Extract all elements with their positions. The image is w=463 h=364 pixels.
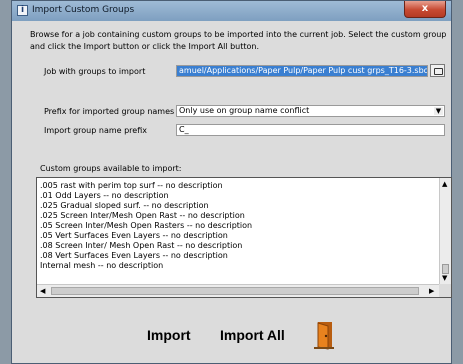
custom-groups-list[interactable]: .005 rast with perim top surf -- no desc… (36, 177, 452, 298)
close-button[interactable]: x (404, 1, 446, 18)
vertical-scroll-thumb[interactable] (442, 264, 449, 274)
vertical-scrollbar[interactable]: ▲ ▼ (439, 178, 451, 284)
info-icon: i (17, 5, 28, 16)
groups-list-label: Custom groups available to import: (40, 164, 182, 173)
group-prefix-input[interactable]: C_ (176, 124, 445, 136)
custom-groups-items: .005 rast with perim top surf -- no desc… (40, 181, 435, 271)
job-path-field[interactable]: amuel/Applications/Paper Pulp/Paper Pulp… (176, 65, 428, 77)
instructions-text: Browse for a job containing custom group… (30, 30, 447, 51)
import-button[interactable]: Import (147, 327, 191, 343)
list-item[interactable]: .08 Screen Inter/ Mesh Open Rast -- no d… (40, 241, 435, 251)
list-item[interactable]: .025 Gradual sloped surf. -- no descript… (40, 201, 435, 211)
folder-icon (434, 68, 443, 75)
prefix-mode-select[interactable]: Only use on group name conflict ▼ (176, 105, 445, 117)
horizontal-scroll-thumb[interactable] (51, 287, 419, 295)
list-item[interactable]: .005 rast with perim top surf -- no desc… (40, 181, 435, 191)
import-all-button[interactable]: Import All (220, 327, 285, 343)
list-item[interactable]: .08 Vert Surfaces Even Layers -- no desc… (40, 251, 435, 261)
import-custom-groups-dialog: i Import Custom Groups x Browse for a jo… (11, 0, 452, 364)
prefix-input-label: Import group name prefix (44, 126, 147, 135)
chevron-down-icon[interactable]: ▼ (434, 107, 443, 115)
exit-button[interactable] (308, 318, 340, 350)
list-item[interactable]: .05 Screen Inter/Mesh Open Rasters -- no… (40, 221, 435, 231)
list-item[interactable]: Internal mesh -- no description (40, 261, 435, 271)
browse-button[interactable] (430, 64, 445, 77)
list-item[interactable]: .025 Screen Inter/Mesh Open Rast -- no d… (40, 211, 435, 221)
scrollbar-corner (439, 284, 451, 297)
list-item[interactable]: .01 Odd Layers -- no description (40, 191, 435, 201)
prefix-mode-value: Only use on group name conflict (179, 106, 310, 115)
scroll-left-icon[interactable]: ◀ (40, 287, 45, 295)
title-bar[interactable]: i Import Custom Groups x (12, 1, 451, 21)
scroll-right-icon[interactable]: ▶ (429, 287, 434, 295)
scroll-up-icon[interactable]: ▲ (442, 180, 447, 188)
list-item[interactable]: .05 Vert Surfaces Even Layers -- no desc… (40, 231, 435, 241)
scroll-down-icon[interactable]: ▼ (442, 274, 447, 282)
horizontal-scrollbar[interactable]: ◀ ▶ (37, 284, 439, 297)
window-title: Import Custom Groups (32, 5, 135, 15)
exit-door-icon (314, 322, 334, 350)
prefix-select-label: Prefix for imported group names (44, 107, 175, 116)
job-field-label: Job with groups to import (44, 67, 146, 76)
